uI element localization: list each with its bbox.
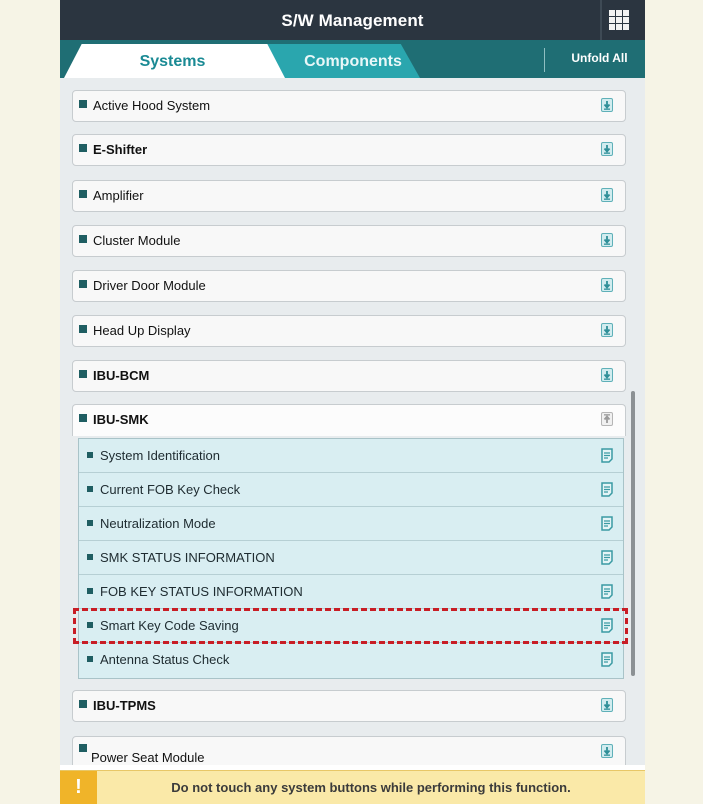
download-icon[interactable] <box>601 188 613 202</box>
document-icon[interactable] <box>601 550 613 565</box>
system-row-active-hood-system[interactable]: Active Hood System <box>72 90 626 122</box>
function-item-smart-key-code-saving[interactable]: Smart Key Code Saving <box>79 609 623 643</box>
bullet-icon <box>87 656 93 662</box>
bullet-icon <box>79 700 87 708</box>
bullet-icon <box>79 144 87 152</box>
function-item-fob-key-status-information[interactable]: FOB KEY STATUS INFORMATION <box>79 575 623 609</box>
function-item-current-fob-key-check[interactable]: Current FOB Key Check <box>79 473 623 507</box>
system-row-head-up-display[interactable]: Head Up Display <box>72 315 626 347</box>
system-label: Active Hood System <box>93 98 211 113</box>
system-label: IBU-SMK <box>93 412 149 427</box>
document-icon[interactable] <box>601 482 613 497</box>
bullet-icon <box>79 370 87 378</box>
bullet-icon <box>87 622 93 628</box>
download-icon[interactable] <box>601 698 613 712</box>
function-item-smk-status-information[interactable]: SMK STATUS INFORMATION <box>79 541 623 575</box>
system-label: Head Up Display <box>93 323 191 338</box>
bullet-icon <box>79 414 87 422</box>
sw-management-window: S/W Management Components Systems Unfold… <box>60 0 645 804</box>
scrollbar[interactable] <box>631 391 635 676</box>
function-label: FOB KEY STATUS INFORMATION <box>100 584 303 599</box>
bullet-icon <box>87 486 93 492</box>
bullet-icon <box>79 280 87 288</box>
function-label: Antenna Status Check <box>100 652 230 667</box>
warning-message: Do not touch any system buttons while pe… <box>171 780 571 795</box>
bullet-icon <box>79 744 87 752</box>
download-icon[interactable] <box>601 142 613 156</box>
download-icon[interactable] <box>601 744 613 758</box>
title-divider <box>600 0 602 40</box>
tab-systems[interactable]: Systems <box>60 44 285 78</box>
warning-banner: ! Do not touch any system buttons while … <box>60 770 645 804</box>
download-icon[interactable] <box>601 323 613 337</box>
system-row-amplifier[interactable]: Amplifier <box>72 180 626 212</box>
function-label: Neutralization Mode <box>100 516 216 531</box>
system-row-power-seat-module[interactable]: Power Seat Module <box>72 736 626 765</box>
bullet-icon <box>87 452 93 458</box>
system-row-ibu-tpms[interactable]: IBU-TPMS <box>72 690 626 722</box>
tab-bar: Components Systems Unfold All <box>60 40 645 78</box>
function-item-system-identification[interactable]: System Identification <box>79 439 623 473</box>
grid-menu-icon[interactable] <box>609 10 631 32</box>
document-icon[interactable] <box>601 448 613 463</box>
bullet-icon <box>79 190 87 198</box>
system-label: IBU-TPMS <box>93 698 156 713</box>
function-label: SMK STATUS INFORMATION <box>100 550 275 565</box>
warning-icon: ! <box>60 771 97 804</box>
function-label: Current FOB Key Check <box>100 482 241 497</box>
tab-divider <box>544 48 545 72</box>
title-bar: S/W Management <box>60 0 645 40</box>
system-label: Power Seat Module <box>91 750 205 765</box>
bullet-icon <box>87 554 93 560</box>
download-icon[interactable] <box>601 233 613 247</box>
system-row-ibu-bcm[interactable]: IBU-BCM <box>72 360 626 392</box>
document-icon[interactable] <box>601 516 613 531</box>
system-label: E-Shifter <box>93 142 148 157</box>
bullet-icon <box>79 325 87 333</box>
system-row-driver-door-module[interactable]: Driver Door Module <box>72 270 626 302</box>
document-icon[interactable] <box>601 618 613 633</box>
system-label: IBU-BCM <box>93 368 150 383</box>
bullet-icon <box>87 520 93 526</box>
collapse-upload-icon[interactable] <box>601 412 613 426</box>
bullet-icon <box>79 100 87 108</box>
function-item-neutralization-mode[interactable]: Neutralization Mode <box>79 507 623 541</box>
page-title: S/W Management <box>281 11 424 30</box>
system-label: Driver Door Module <box>93 278 206 293</box>
systems-list: Active Hood System E-Shifter Amplifier C… <box>60 78 645 765</box>
document-icon[interactable] <box>601 584 613 599</box>
system-label: Cluster Module <box>93 233 181 248</box>
unfold-all-button[interactable]: Unfold All <box>554 40 645 76</box>
function-item-antenna-status-check[interactable]: Antenna Status Check <box>79 643 623 677</box>
system-row-cluster-module[interactable]: Cluster Module <box>72 225 626 257</box>
system-row-e-shifter[interactable]: E-Shifter <box>72 134 626 166</box>
download-icon[interactable] <box>601 98 613 112</box>
download-icon[interactable] <box>601 278 613 292</box>
document-icon[interactable] <box>601 652 613 667</box>
system-label: Amplifier <box>93 188 144 203</box>
function-label: System Identification <box>100 448 220 463</box>
bullet-icon <box>79 235 87 243</box>
ibu-smk-function-list: System Identification Current FOB Key Ch… <box>78 438 624 679</box>
function-label: Smart Key Code Saving <box>100 618 239 633</box>
download-icon[interactable] <box>601 368 613 382</box>
bullet-icon <box>87 588 93 594</box>
system-row-ibu-smk[interactable]: IBU-SMK <box>72 404 626 436</box>
